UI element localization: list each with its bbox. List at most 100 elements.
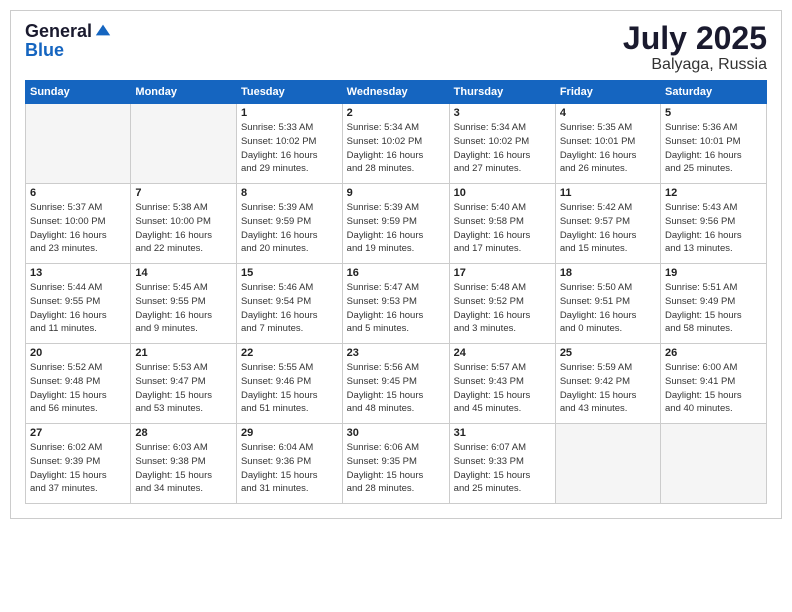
day-number: 9	[347, 187, 445, 199]
calendar-cell: 11 Sunrise: 5:42 AMSunset: 9:57 PMDayligh…	[555, 184, 660, 264]
calendar-cell	[555, 424, 660, 504]
day-number: 8	[241, 187, 338, 199]
day-number: 17	[454, 267, 551, 279]
weekday-header: Thursday	[449, 81, 555, 104]
day-info: Sunrise: 5:50 AMSunset: 9:51 PMDaylight:…	[560, 281, 656, 336]
calendar-cell: 31Sunrise: 6:07 AMSunset: 9:33 PMDayligh…	[449, 424, 555, 504]
day-number: 19	[665, 267, 762, 279]
logo-general: General	[25, 22, 92, 40]
day-info: Sunrise: 5:57 AMSunset: 9:43 PMDaylight:…	[454, 361, 551, 416]
day-number: 23	[347, 347, 445, 359]
day-info: Sunrise: 5:34 AMSunset: 10:02 PMDaylight…	[454, 121, 551, 176]
day-info: Sunrise: 5:34 AMSunset: 10:02 PMDaylight…	[347, 121, 445, 176]
day-info: Sunrise: 5:40 AMSunset: 9:58 PMDaylight:…	[454, 201, 551, 256]
calendar-cell: 3 Sunrise: 5:34 AMSunset: 10:02 PMDayligh…	[449, 104, 555, 184]
day-number: 25	[560, 347, 656, 359]
day-number: 5	[665, 107, 762, 119]
day-number: 11	[560, 187, 656, 199]
day-number: 26	[665, 347, 762, 359]
calendar-cell	[26, 104, 131, 184]
weekday-header: Tuesday	[236, 81, 342, 104]
day-number: 20	[30, 347, 126, 359]
weekday-header: Saturday	[661, 81, 767, 104]
day-number: 10	[454, 187, 551, 199]
calendar-cell: 10 Sunrise: 5:40 AMSunset: 9:58 PMDayligh…	[449, 184, 555, 264]
calendar-cell: 24Sunrise: 5:57 AMSunset: 9:43 PMDayligh…	[449, 344, 555, 424]
day-number: 30	[347, 427, 445, 439]
day-info: Sunrise: 5:37 AMSunset: 10:00 PMDaylight…	[30, 201, 126, 256]
day-info: Sunrise: 5:46 AMSunset: 9:54 PMDaylight:…	[241, 281, 338, 336]
location-title: Balyaga, Russia	[623, 56, 767, 74]
day-info: Sunrise: 5:59 AMSunset: 9:42 PMDaylight:…	[560, 361, 656, 416]
logo-blue: Blue	[25, 41, 112, 59]
calendar-cell	[131, 104, 237, 184]
day-number: 12	[665, 187, 762, 199]
calendar-cell: 27 Sunrise: 6:02 AMSunset: 9:39 PMDayligh…	[26, 424, 131, 504]
day-number: 14	[135, 267, 232, 279]
calendar-cell: 5 Sunrise: 5:36 AMSunset: 10:01 PMDayligh…	[661, 104, 767, 184]
calendar-cell: 9 Sunrise: 5:39 AMSunset: 9:59 PMDaylight…	[342, 184, 449, 264]
day-info: Sunrise: 5:42 AMSunset: 9:57 PMDaylight:…	[560, 201, 656, 256]
day-number: 6	[30, 187, 126, 199]
day-number: 29	[241, 427, 338, 439]
calendar-cell: 14Sunrise: 5:45 AMSunset: 9:55 PMDayligh…	[131, 264, 237, 344]
calendar-cell: 30 Sunrise: 6:06 AMSunset: 9:35 PMDayligh…	[342, 424, 449, 504]
weekday-header: Monday	[131, 81, 237, 104]
day-info: Sunrise: 5:47 AMSunset: 9:53 PMDaylight:…	[347, 281, 445, 336]
calendar-cell: 4 Sunrise: 5:35 AMSunset: 10:01 PMDayligh…	[555, 104, 660, 184]
day-number: 4	[560, 107, 656, 119]
day-number: 13	[30, 267, 126, 279]
calendar-cell: 6 Sunrise: 5:37 AMSunset: 10:00 PMDayligh…	[26, 184, 131, 264]
calendar-cell	[661, 424, 767, 504]
day-info: Sunrise: 5:36 AMSunset: 10:01 PMDaylight…	[665, 121, 762, 176]
calendar-cell: 20 Sunrise: 5:52 AMSunset: 9:48 PMDayligh…	[26, 344, 131, 424]
calendar-cell: 29Sunrise: 6:04 AMSunset: 9:36 PMDayligh…	[236, 424, 342, 504]
weekday-header: Sunday	[26, 81, 131, 104]
day-info: Sunrise: 5:51 AMSunset: 9:49 PMDaylight:…	[665, 281, 762, 336]
day-number: 1	[241, 107, 338, 119]
day-info: Sunrise: 5:52 AMSunset: 9:48 PMDaylight:…	[30, 361, 126, 416]
calendar-cell: 7Sunrise: 5:38 AMSunset: 10:00 PMDayligh…	[131, 184, 237, 264]
day-number: 16	[347, 267, 445, 279]
day-number: 18	[560, 267, 656, 279]
day-info: Sunrise: 6:03 AMSunset: 9:38 PMDaylight:…	[135, 441, 232, 496]
calendar-cell: 23 Sunrise: 5:56 AMSunset: 9:45 PMDayligh…	[342, 344, 449, 424]
day-info: Sunrise: 6:02 AMSunset: 9:39 PMDaylight:…	[30, 441, 126, 496]
day-info: Sunrise: 6:06 AMSunset: 9:35 PMDaylight:…	[347, 441, 445, 496]
day-info: Sunrise: 5:53 AMSunset: 9:47 PMDaylight:…	[135, 361, 232, 416]
calendar-cell: 21 Sunrise: 5:53 AMSunset: 9:47 PMDayligh…	[131, 344, 237, 424]
day-info: Sunrise: 5:38 AMSunset: 10:00 PMDaylight…	[135, 201, 232, 256]
calendar-cell: 19 Sunrise: 5:51 AMSunset: 9:49 PMDayligh…	[661, 264, 767, 344]
calendar-cell: 8Sunrise: 5:39 AMSunset: 9:59 PMDaylight…	[236, 184, 342, 264]
day-number: 28	[135, 427, 232, 439]
calendar-cell: 1 Sunrise: 5:33 AMSunset: 10:02 PMDayligh…	[236, 104, 342, 184]
logo-icon	[94, 21, 112, 39]
page: General Blue July 2025 Balyaga, Russia S…	[10, 10, 782, 519]
weekday-header: Friday	[555, 81, 660, 104]
calendar-cell: 17 Sunrise: 5:48 AMSunset: 9:52 PMDayligh…	[449, 264, 555, 344]
day-number: 27	[30, 427, 126, 439]
calendar-cell: 22Sunrise: 5:55 AMSunset: 9:46 PMDayligh…	[236, 344, 342, 424]
title-area: July 2025 Balyaga, Russia	[623, 21, 767, 74]
calendar-cell: 12 Sunrise: 5:43 AMSunset: 9:56 PMDayligh…	[661, 184, 767, 264]
calendar: SundayMondayTuesdayWednesdayThursdayFrid…	[25, 80, 767, 504]
day-info: Sunrise: 5:33 AMSunset: 10:02 PMDaylight…	[241, 121, 338, 176]
day-info: Sunrise: 5:43 AMSunset: 9:56 PMDaylight:…	[665, 201, 762, 256]
day-info: Sunrise: 5:35 AMSunset: 10:01 PMDaylight…	[560, 121, 656, 176]
day-info: Sunrise: 5:39 AMSunset: 9:59 PMDaylight:…	[347, 201, 445, 256]
calendar-cell: 18 Sunrise: 5:50 AMSunset: 9:51 PMDayligh…	[555, 264, 660, 344]
day-number: 22	[241, 347, 338, 359]
calendar-cell: 2Sunrise: 5:34 AMSunset: 10:02 PMDayligh…	[342, 104, 449, 184]
calendar-cell: 13Sunrise: 5:44 AMSunset: 9:55 PMDayligh…	[26, 264, 131, 344]
day-info: Sunrise: 6:00 AMSunset: 9:41 PMDaylight:…	[665, 361, 762, 416]
logo: General Blue	[25, 21, 112, 59]
weekday-header: Wednesday	[342, 81, 449, 104]
day-info: Sunrise: 6:07 AMSunset: 9:33 PMDaylight:…	[454, 441, 551, 496]
calendar-cell: 16 Sunrise: 5:47 AMSunset: 9:53 PMDayligh…	[342, 264, 449, 344]
day-number: 3	[454, 107, 551, 119]
day-number: 21	[135, 347, 232, 359]
calendar-cell: 25 Sunrise: 5:59 AMSunset: 9:42 PMDayligh…	[555, 344, 660, 424]
calendar-cell: 26 Sunrise: 6:00 AMSunset: 9:41 PMDayligh…	[661, 344, 767, 424]
day-info: Sunrise: 5:48 AMSunset: 9:52 PMDaylight:…	[454, 281, 551, 336]
day-info: Sunrise: 5:56 AMSunset: 9:45 PMDaylight:…	[347, 361, 445, 416]
